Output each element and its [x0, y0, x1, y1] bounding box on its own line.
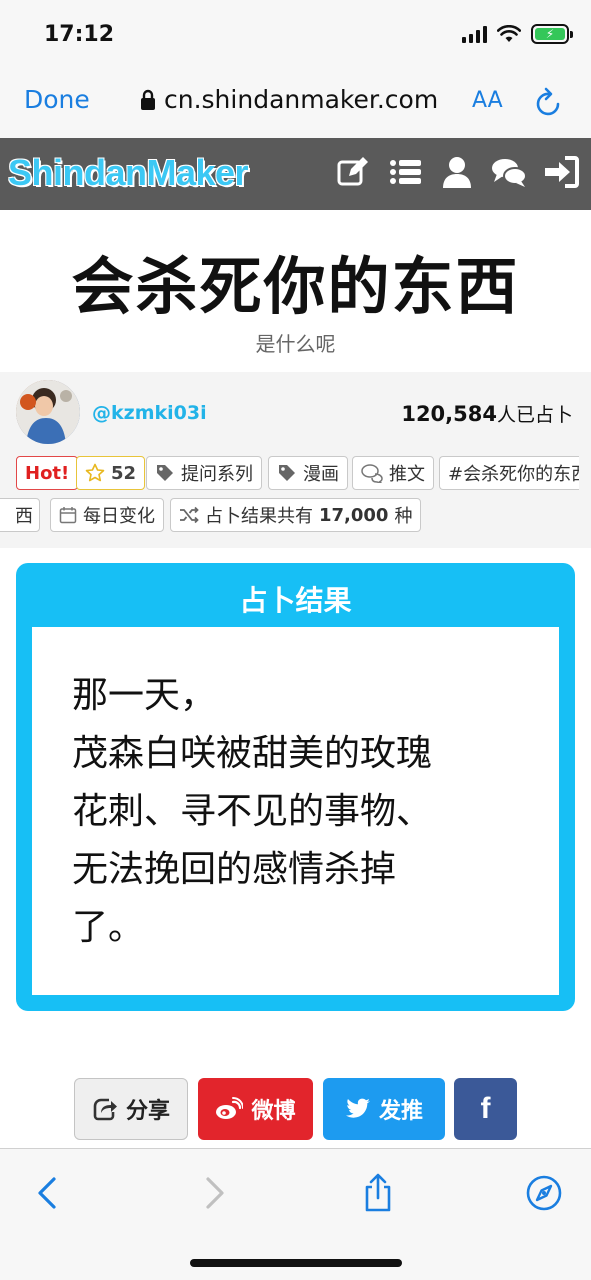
cellular-signal-icon [462, 25, 487, 43]
address-bar[interactable]: cn.shindanmaker.com [140, 85, 438, 114]
share-button[interactable]: 分享 [74, 1078, 188, 1140]
home-indicator [190, 1259, 402, 1267]
weibo-icon [216, 1097, 244, 1119]
status-bar: 17:12 ⚡ [0, 0, 591, 72]
user-icon[interactable] [439, 154, 475, 190]
play-count-suffix: 人已占卜 [496, 404, 573, 426]
site-logo[interactable]: ShindanMaker [8, 152, 249, 194]
share-icon[interactable] [358, 1173, 398, 1213]
result-heading: 占卜结果 [239, 584, 352, 617]
facebook-button[interactable]: f [454, 1078, 517, 1140]
result-card: 占卜结果 那一天， 茂森白咲被甜美的玫瑰 花刺、寻不见的事物、 无法挽回的感情杀… [16, 563, 575, 1011]
diagnosis-meta: @kzmki03i 120,584人已占卜 Hot! 52 提问系列 漫画 推文… [0, 372, 591, 548]
hot-badge: Hot! [16, 456, 79, 490]
daily-change-badge: 每日变化 [50, 498, 164, 532]
tweet-label: 发推 [378, 1099, 423, 1124]
play-count-number: 120,584 [401, 402, 497, 426]
result-line: 了。 [72, 907, 145, 948]
comments-icon [361, 464, 383, 483]
results-count-suffix: 种 [394, 506, 413, 527]
hashtag-link[interactable]: #会杀死你的东西 [439, 456, 579, 490]
back-icon[interactable] [28, 1173, 68, 1213]
tag-icon [279, 465, 295, 481]
site-nav [335, 154, 579, 190]
tag-icon [157, 465, 173, 481]
tweets-label: 推文 [389, 464, 425, 485]
favorite-button[interactable]: 52 [76, 456, 146, 490]
weibo-label: 微博 [251, 1099, 296, 1124]
result-line: 花刺、寻不见的事物、 [72, 791, 433, 832]
play-count: 120,584人已占卜 [401, 400, 573, 427]
url-text: cn.shindanmaker.com [164, 85, 439, 114]
browser-top-bar: Done cn.shindanmaker.com AA [0, 72, 591, 138]
browser-bottom-toolbar [0, 1148, 591, 1280]
hot-label: Hot! [25, 462, 70, 484]
page-subtitle: 是什么呢 [255, 332, 336, 356]
text-size-label: AA [472, 88, 503, 113]
hashtag-label: #会杀死你的东西 [448, 464, 579, 485]
tweet-button[interactable]: 发推 [323, 1078, 445, 1140]
page-title: 会杀死你的东西 [71, 250, 520, 323]
tag-label: 提问系列 [181, 464, 253, 485]
list-icon[interactable] [387, 154, 423, 190]
hashtag-link-wrap[interactable]: 西 [0, 498, 40, 532]
edit-icon[interactable] [335, 154, 371, 190]
results-count-badge: 占卜结果共有 17,000 种 [170, 498, 422, 532]
chat-icon[interactable] [491, 154, 527, 190]
share-label: 分享 [125, 1099, 170, 1124]
favorite-count: 52 [111, 462, 137, 484]
hashtag-tail: 西 [15, 506, 33, 527]
done-button[interactable]: Done [24, 85, 90, 114]
tweets-link[interactable]: 推文 [352, 456, 434, 490]
text-size-button[interactable]: AA [472, 88, 503, 113]
calendar-icon [59, 507, 77, 524]
forward-icon[interactable] [194, 1173, 234, 1213]
facebook-icon: f [480, 1092, 491, 1125]
status-icons: ⚡ [462, 24, 573, 44]
tag-question-series[interactable]: 提问系列 [146, 456, 262, 490]
reload-icon[interactable] [534, 86, 564, 118]
results-count-prefix: 占卜结果共有 [205, 506, 313, 527]
login-icon[interactable] [543, 154, 579, 190]
twitter-bird-icon [345, 1098, 370, 1118]
wifi-icon [497, 25, 521, 42]
battery-icon: ⚡ [531, 24, 573, 44]
result-line: 那一天， [72, 675, 217, 716]
daily-change-label: 每日变化 [83, 506, 155, 527]
tag-manga[interactable]: 漫画 [268, 456, 348, 490]
result-line: 茂森白咲被甜美的玫瑰 [72, 733, 433, 774]
star-icon [85, 463, 105, 482]
result-line: 无法挽回的感情杀掉 [72, 849, 397, 890]
results-count-number: 17,000 [319, 504, 389, 526]
author-link[interactable]: @kzmki03i [92, 402, 207, 424]
status-time: 17:12 [44, 22, 115, 47]
shuffle-icon [180, 506, 199, 524]
result-body: 那一天， 茂森白咲被甜美的玫瑰 花刺、寻不见的事物、 无法挽回的感情杀掉 了。 [32, 627, 559, 995]
tag-label: 漫画 [303, 464, 339, 485]
compass-icon[interactable] [524, 1173, 564, 1213]
share-external-icon [93, 1098, 117, 1121]
author-avatar[interactable] [16, 380, 80, 444]
lock-icon [141, 89, 155, 110]
weibo-button[interactable]: 微博 [198, 1078, 313, 1140]
site-header: ShindanMaker [0, 138, 591, 210]
